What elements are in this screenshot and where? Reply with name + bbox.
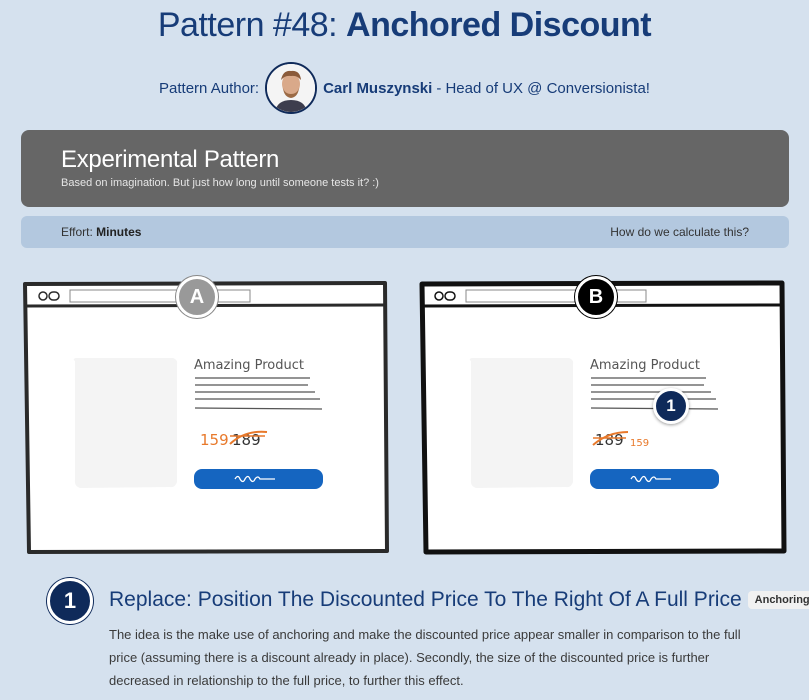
- change-marker-1[interactable]: 1: [653, 388, 689, 424]
- change-number: 1: [63, 588, 77, 613]
- variant-a-sketch: Amazing Product 159 189: [23, 281, 389, 554]
- effort-info: Effort: Minutes: [61, 225, 141, 239]
- avatar: [265, 62, 318, 114]
- product-name-a: Amazing Product: [194, 358, 304, 373]
- page-title: Pattern #48: Anchored Discount: [0, 6, 809, 45]
- change-marker-number: 1: [666, 396, 676, 415]
- change-description: The idea is the make use of anchoring an…: [109, 627, 741, 688]
- anchoring-tag[interactable]: Anchoring: [747, 591, 809, 609]
- author-photo-icon: [267, 64, 316, 112]
- product-image-placeholder-a: [73, 358, 178, 488]
- experimental-title: Experimental Pattern: [61, 146, 280, 173]
- author-label: Pattern Author:: [159, 79, 260, 97]
- author-name[interactable]: Carl Muszynski: [323, 80, 432, 97]
- change-title: Replace: Position The Discounted Price T…: [109, 588, 742, 611]
- experimental-pattern-banner: Experimental Pattern Based on imaginatio…: [21, 130, 789, 207]
- cta-button-a: [194, 469, 323, 489]
- how-calculate-link[interactable]: How do we calculate this?: [610, 225, 749, 239]
- variant-b-badge: B: [575, 276, 617, 318]
- variant-a-badge: A: [176, 276, 218, 318]
- variant-a-illustration: Amazing Product 159 189: [20, 272, 410, 562]
- cta-button-b: [590, 469, 719, 489]
- experimental-subtitle: Based on imagination. But just how long …: [61, 177, 379, 189]
- effort-label: Effort:: [61, 225, 93, 239]
- product-name-b: Amazing Product: [590, 358, 700, 373]
- price-discounted-b: 159: [630, 438, 649, 449]
- author-row: Pattern Author: Carl Muszynski - Head of…: [0, 62, 809, 114]
- change-number-badge: 1: [47, 578, 93, 624]
- change-title-row: Replace: Position The Discounted Price T…: [109, 588, 809, 612]
- variant-a-letter: A: [189, 285, 205, 308]
- variant-b-letter: B: [588, 285, 604, 308]
- effort-value: Minutes: [96, 225, 142, 239]
- variant-b-sketch: Amazing Product 189 159: [419, 280, 787, 555]
- title-main: Anchored Discount: [346, 6, 652, 44]
- variant-b-illustration: Amazing Product 189 159: [416, 272, 806, 562]
- price-discounted-a: 159: [200, 431, 229, 449]
- title-prefix: Pattern #48:: [157, 6, 347, 44]
- author-role: - Head of UX @ Conversionista!: [436, 79, 650, 97]
- effort-bar: Effort: Minutes How do we calculate this…: [21, 216, 789, 248]
- product-image-placeholder-b: [469, 358, 574, 488]
